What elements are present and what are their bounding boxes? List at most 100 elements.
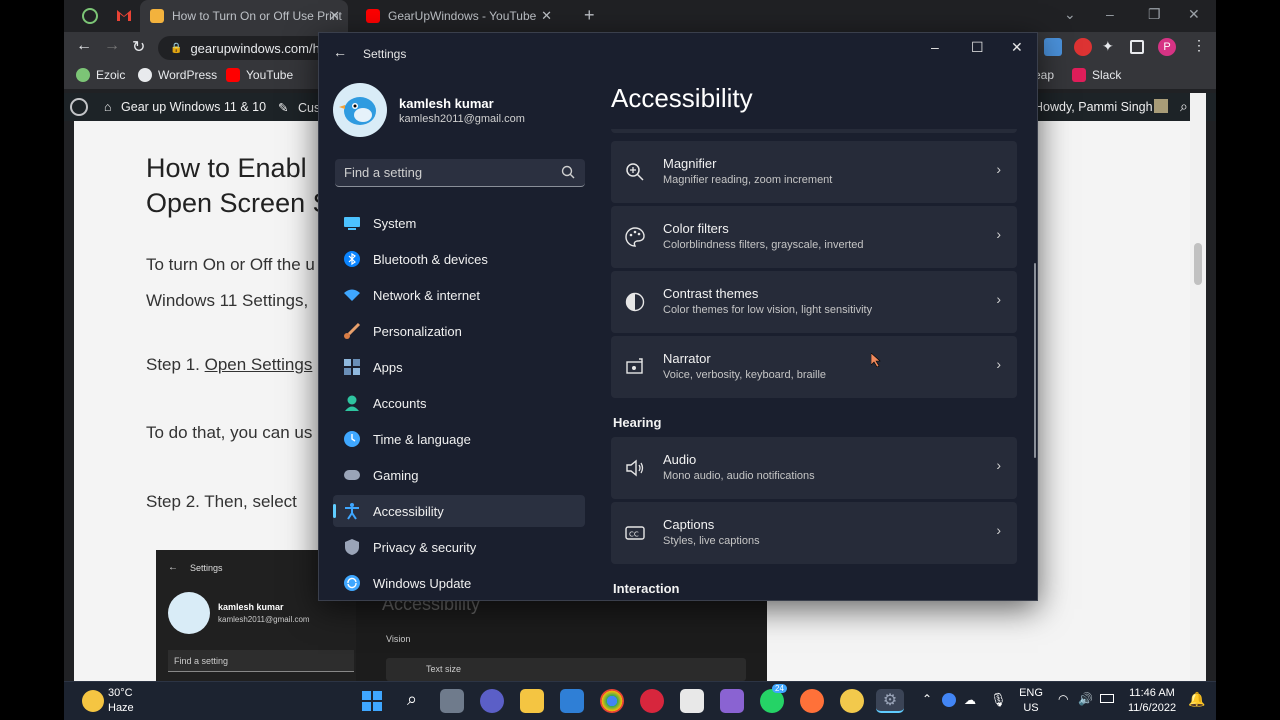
window-title: Settings bbox=[363, 47, 407, 61]
menu-icon[interactable]: ⋮ bbox=[1192, 37, 1206, 54]
site-favicon-icon bbox=[150, 9, 164, 23]
speaker-icon bbox=[625, 458, 645, 478]
wp-site-link[interactable]: ⌂ Gear up Windows 11 & 10 bbox=[104, 100, 266, 114]
app-icon[interactable] bbox=[840, 689, 864, 713]
puzzle-icon[interactable]: ✦ bbox=[1102, 38, 1120, 56]
back-icon[interactable]: ← bbox=[333, 44, 347, 60]
article-paragraph: Windows 11 Settings, bbox=[146, 291, 309, 310]
nav-item-time-language[interactable]: Time & language bbox=[333, 423, 585, 455]
avatar[interactable] bbox=[333, 83, 387, 137]
chat-icon[interactable] bbox=[480, 689, 504, 713]
notepad-icon[interactable] bbox=[680, 689, 704, 713]
nav-item-network[interactable]: Network & internet bbox=[333, 279, 585, 311]
nav-item-personalization[interactable]: Personalization bbox=[333, 315, 585, 347]
open-settings-link[interactable]: Open Settings bbox=[205, 355, 313, 374]
close-tab-icon[interactable]: ✕ bbox=[329, 8, 340, 24]
search-icon[interactable]: ⌕ bbox=[400, 689, 424, 713]
back-icon: ← bbox=[168, 562, 178, 573]
language-indicator[interactable]: ENG bbox=[1014, 687, 1048, 699]
tab-search-icon[interactable]: ⌄ bbox=[1064, 6, 1076, 23]
close-icon[interactable]: ✕ bbox=[1011, 39, 1023, 56]
youtube-icon bbox=[366, 9, 380, 23]
nav-item-accounts[interactable]: Accounts bbox=[333, 387, 585, 419]
clock-time[interactable]: 11:46 AM bbox=[1122, 687, 1182, 699]
profile-sync-icon[interactable] bbox=[82, 8, 98, 24]
weather-icon[interactable] bbox=[82, 690, 104, 712]
article-title: How to Enabl Open Screen S bbox=[146, 153, 331, 218]
nav-item-windows-update[interactable]: Windows Update bbox=[333, 567, 585, 599]
start-icon[interactable] bbox=[360, 689, 384, 713]
microphone-icon[interactable]: 🎙 bbox=[990, 692, 1007, 708]
store-icon[interactable] bbox=[560, 689, 584, 713]
settings-scrollbar[interactable] bbox=[1034, 263, 1036, 458]
tab-youtube[interactable]: GearUpWindows - YouTube ✕ bbox=[360, 0, 560, 32]
magnifier-icon bbox=[625, 162, 645, 182]
find-setting-input[interactable]: Find a setting bbox=[335, 159, 585, 187]
wordpress-icon[interactable] bbox=[70, 98, 88, 116]
bookmark-youtube[interactable]: YouTube bbox=[226, 68, 293, 82]
taskbar: 30°C Haze ⌕ 24 ⚙ ⌃ ☁ 🎙 ENG US ◠ 🔊 11:46 … bbox=[64, 681, 1216, 720]
file-explorer-icon[interactable] bbox=[520, 689, 544, 713]
settings-taskbar-icon[interactable]: ⚙ bbox=[876, 689, 904, 713]
scrollbar-thumb[interactable] bbox=[1194, 243, 1202, 285]
card-audio[interactable]: Audio Mono audio, audio notifications › bbox=[611, 437, 1017, 499]
nav-item-gaming[interactable]: Gaming bbox=[333, 459, 585, 491]
chrome-icon[interactable] bbox=[600, 689, 624, 713]
chevron-right-icon: › bbox=[996, 291, 1001, 307]
card-color-filters[interactable]: Color filters Colorblindness filters, gr… bbox=[611, 206, 1017, 268]
chrome-tray-icon[interactable] bbox=[942, 693, 956, 707]
bookmark-ezoic[interactable]: Ezoic bbox=[76, 68, 125, 82]
settings-window: ← Settings – ☐ ✕ kamlesh kumar kamlesh20… bbox=[318, 32, 1038, 601]
restore-icon[interactable]: ❐ bbox=[1148, 6, 1161, 23]
clock-globe-icon bbox=[343, 430, 361, 448]
wifi-icon[interactable]: ◠ bbox=[1058, 692, 1068, 706]
card-text-size[interactable] bbox=[611, 129, 1017, 133]
firefox-icon[interactable] bbox=[800, 689, 824, 713]
chevron-up-icon[interactable]: ⌃ bbox=[922, 692, 932, 706]
extension-icon[interactable] bbox=[1044, 38, 1062, 56]
card-contrast-themes[interactable]: Contrast themes Color themes for low vis… bbox=[611, 271, 1017, 333]
whatsapp-icon[interactable]: 24 bbox=[760, 684, 787, 713]
settings-nav: System Bluetooth & devices Network & int… bbox=[333, 207, 585, 600]
nav-item-accessibility[interactable]: Accessibility bbox=[333, 495, 585, 527]
notifications-icon[interactable]: 🔔 bbox=[1188, 691, 1205, 708]
video-editor-icon[interactable] bbox=[720, 689, 744, 713]
gear-icon: ⚙ bbox=[882, 692, 898, 709]
maximize-icon[interactable]: ☐ bbox=[971, 39, 984, 56]
bookmark-wordpress[interactable]: WordPress bbox=[138, 68, 217, 82]
side-panel-icon[interactable] bbox=[1130, 40, 1144, 54]
search-icon[interactable]: ⌕ bbox=[1180, 98, 1188, 115]
wp-howdy[interactable]: Howdy, Pammi Singh bbox=[1034, 100, 1153, 114]
card-narrator[interactable]: Narrator Voice, verbosity, keyboard, bra… bbox=[611, 336, 1017, 398]
profile-avatar[interactable]: P bbox=[1158, 38, 1176, 56]
chevron-right-icon: › bbox=[996, 161, 1001, 177]
volume-icon[interactable]: 🔊 bbox=[1078, 692, 1093, 706]
huawei-icon[interactable] bbox=[640, 689, 664, 713]
nav-item-apps[interactable]: Apps bbox=[333, 351, 585, 383]
mouse-cursor-icon bbox=[870, 352, 881, 372]
cloud-icon[interactable]: ☁ bbox=[964, 693, 976, 707]
new-tab-icon[interactable]: + bbox=[584, 5, 595, 26]
tab-article[interactable]: How to Turn On or Off Use Print ✕ bbox=[140, 0, 348, 32]
bookmark-slack[interactable]: Slack bbox=[1072, 68, 1121, 82]
nav-item-bluetooth[interactable]: Bluetooth & devices bbox=[333, 243, 585, 275]
minimize-icon[interactable]: – bbox=[1106, 6, 1114, 22]
card-captions[interactable]: CC Captions Styles, live captions › bbox=[611, 502, 1017, 564]
close-tab-icon[interactable]: ✕ bbox=[541, 8, 552, 24]
card-magnifier[interactable]: Magnifier Magnifier reading, zoom increm… bbox=[611, 141, 1017, 203]
gmail-icon[interactable] bbox=[116, 8, 132, 22]
nav-item-privacy[interactable]: Privacy & security bbox=[333, 531, 585, 563]
wp-customize-link[interactable]: ✎ Cust bbox=[278, 100, 324, 115]
minimize-icon[interactable]: – bbox=[931, 39, 939, 55]
back-icon[interactable]: ← bbox=[76, 37, 92, 55]
contrast-icon bbox=[625, 292, 645, 312]
extension-icon[interactable] bbox=[1074, 38, 1092, 56]
battery-icon[interactable] bbox=[1100, 694, 1114, 703]
nav-item-system[interactable]: System bbox=[333, 207, 585, 239]
user-avatar[interactable] bbox=[1154, 99, 1168, 113]
close-window-icon[interactable]: ✕ bbox=[1188, 6, 1200, 23]
reload-icon[interactable]: ↻ bbox=[132, 37, 145, 57]
page-scrollbar[interactable] bbox=[1190, 93, 1206, 683]
task-view-icon[interactable] bbox=[440, 689, 464, 713]
forward-icon[interactable]: → bbox=[104, 37, 120, 55]
